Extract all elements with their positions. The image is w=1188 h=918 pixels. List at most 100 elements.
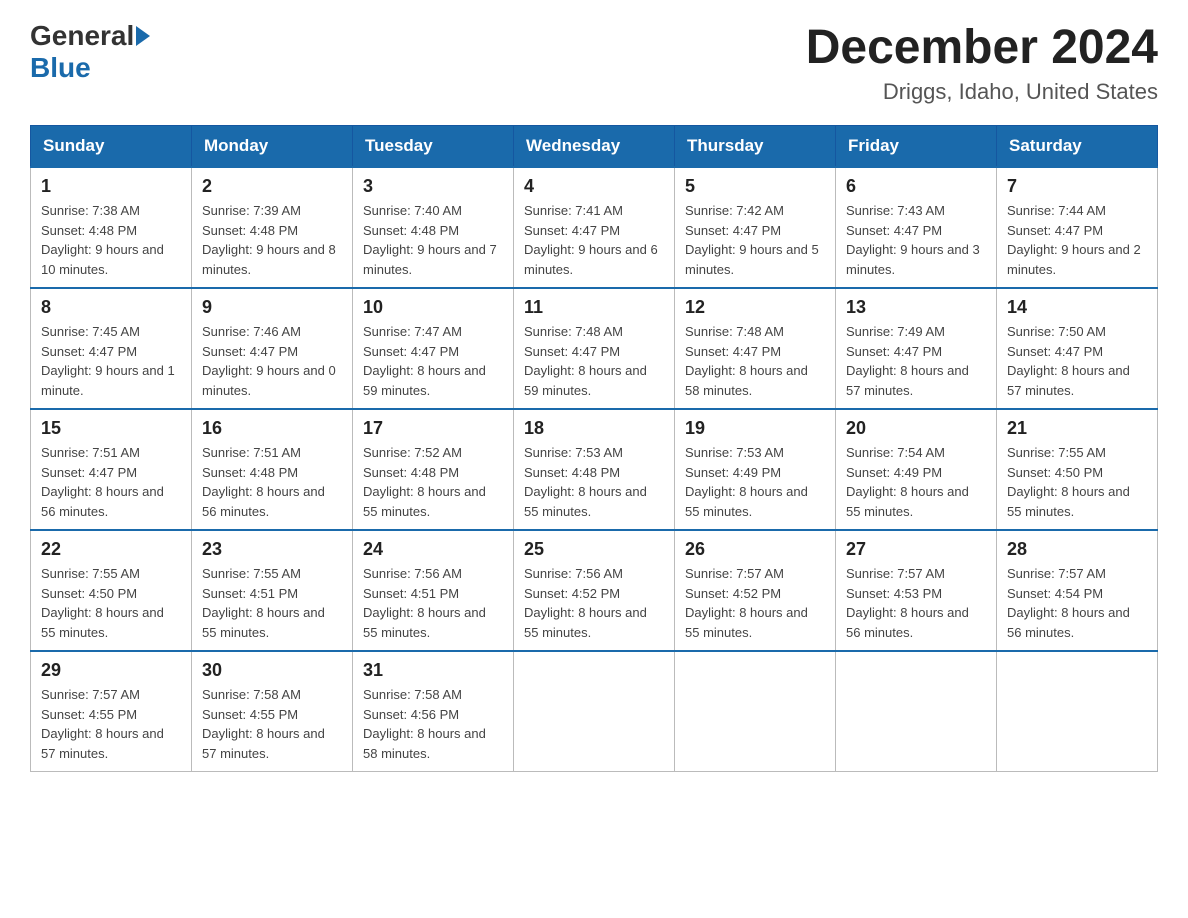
day-number: 24 xyxy=(363,539,503,560)
calendar-day-cell: 7 Sunrise: 7:44 AMSunset: 4:47 PMDaylight… xyxy=(997,167,1158,288)
day-number: 28 xyxy=(1007,539,1147,560)
day-number: 9 xyxy=(202,297,342,318)
day-number: 18 xyxy=(524,418,664,439)
day-number: 6 xyxy=(846,176,986,197)
day-info: Sunrise: 7:43 AMSunset: 4:47 PMDaylight:… xyxy=(846,201,986,279)
calendar-day-cell xyxy=(675,651,836,772)
calendar-day-cell: 30 Sunrise: 7:58 AMSunset: 4:55 PMDayligh… xyxy=(192,651,353,772)
calendar-table: SundayMondayTuesdayWednesdayThursdayFrid… xyxy=(30,125,1158,772)
calendar-day-cell: 19 Sunrise: 7:53 AMSunset: 4:49 PMDayligh… xyxy=(675,409,836,530)
day-info: Sunrise: 7:38 AMSunset: 4:48 PMDaylight:… xyxy=(41,201,181,279)
day-info: Sunrise: 7:55 AMSunset: 4:50 PMDaylight:… xyxy=(1007,443,1147,521)
day-number: 29 xyxy=(41,660,181,681)
day-info: Sunrise: 7:54 AMSunset: 4:49 PMDaylight:… xyxy=(846,443,986,521)
calendar-header-friday: Friday xyxy=(836,126,997,168)
day-info: Sunrise: 7:57 AMSunset: 4:53 PMDaylight:… xyxy=(846,564,986,642)
day-number: 16 xyxy=(202,418,342,439)
day-info: Sunrise: 7:48 AMSunset: 4:47 PMDaylight:… xyxy=(685,322,825,400)
calendar-header-sunday: Sunday xyxy=(31,126,192,168)
calendar-day-cell: 27 Sunrise: 7:57 AMSunset: 4:53 PMDayligh… xyxy=(836,530,997,651)
day-number: 19 xyxy=(685,418,825,439)
day-info: Sunrise: 7:51 AMSunset: 4:48 PMDaylight:… xyxy=(202,443,342,521)
calendar-day-cell: 22 Sunrise: 7:55 AMSunset: 4:50 PMDayligh… xyxy=(31,530,192,651)
day-number: 23 xyxy=(202,539,342,560)
calendar-week-row: 8Sunrise: 7:45 AMSunset: 4:47 PMDaylight… xyxy=(31,288,1158,409)
day-number: 21 xyxy=(1007,418,1147,439)
day-info: Sunrise: 7:55 AMSunset: 4:50 PMDaylight:… xyxy=(41,564,181,642)
day-number: 4 xyxy=(524,176,664,197)
day-number: 5 xyxy=(685,176,825,197)
day-number: 26 xyxy=(685,539,825,560)
calendar-day-cell: 28 Sunrise: 7:57 AMSunset: 4:54 PMDayligh… xyxy=(997,530,1158,651)
calendar-day-cell: 14 Sunrise: 7:50 AMSunset: 4:47 PMDayligh… xyxy=(997,288,1158,409)
day-info: Sunrise: 7:39 AMSunset: 4:48 PMDaylight:… xyxy=(202,201,342,279)
day-info: Sunrise: 7:51 AMSunset: 4:47 PMDaylight:… xyxy=(41,443,181,521)
calendar-header-thursday: Thursday xyxy=(675,126,836,168)
day-number: 22 xyxy=(41,539,181,560)
day-info: Sunrise: 7:47 AMSunset: 4:47 PMDaylight:… xyxy=(363,322,503,400)
calendar-header-row: SundayMondayTuesdayWednesdayThursdayFrid… xyxy=(31,126,1158,168)
logo: General Blue xyxy=(30,20,152,84)
calendar-day-cell: 24 Sunrise: 7:56 AMSunset: 4:51 PMDayligh… xyxy=(353,530,514,651)
day-number: 25 xyxy=(524,539,664,560)
day-number: 10 xyxy=(363,297,503,318)
day-info: Sunrise: 7:50 AMSunset: 4:47 PMDaylight:… xyxy=(1007,322,1147,400)
calendar-day-cell: 13 Sunrise: 7:49 AMSunset: 4:47 PMDayligh… xyxy=(836,288,997,409)
day-number: 30 xyxy=(202,660,342,681)
day-info: Sunrise: 7:41 AMSunset: 4:47 PMDaylight:… xyxy=(524,201,664,279)
day-info: Sunrise: 7:44 AMSunset: 4:47 PMDaylight:… xyxy=(1007,201,1147,279)
calendar-day-cell: 4 Sunrise: 7:41 AMSunset: 4:47 PMDaylight… xyxy=(514,167,675,288)
day-number: 7 xyxy=(1007,176,1147,197)
location-subtitle: Driggs, Idaho, United States xyxy=(806,79,1158,105)
day-number: 13 xyxy=(846,297,986,318)
day-info: Sunrise: 7:56 AMSunset: 4:52 PMDaylight:… xyxy=(524,564,664,642)
day-number: 11 xyxy=(524,297,664,318)
calendar-week-row: 1 Sunrise: 7:38 AMSunset: 4:48 PMDaylight… xyxy=(31,167,1158,288)
day-info: Sunrise: 7:40 AMSunset: 4:48 PMDaylight:… xyxy=(363,201,503,279)
day-number: 14 xyxy=(1007,297,1147,318)
calendar-day-cell: 10 Sunrise: 7:47 AMSunset: 4:47 PMDayligh… xyxy=(353,288,514,409)
day-info: Sunrise: 7:57 AMSunset: 4:54 PMDaylight:… xyxy=(1007,564,1147,642)
day-number: 12 xyxy=(685,297,825,318)
day-info: Sunrise: 7:57 AMSunset: 4:55 PMDaylight:… xyxy=(41,685,181,763)
calendar-week-row: 29 Sunrise: 7:57 AMSunset: 4:55 PMDayligh… xyxy=(31,651,1158,772)
day-info: Sunrise: 7:52 AMSunset: 4:48 PMDaylight:… xyxy=(363,443,503,521)
day-number: 15 xyxy=(41,418,181,439)
day-info: Sunrise: 7:57 AMSunset: 4:52 PMDaylight:… xyxy=(685,564,825,642)
day-number: 31 xyxy=(363,660,503,681)
calendar-day-cell xyxy=(836,651,997,772)
calendar-day-cell: 31 Sunrise: 7:58 AMSunset: 4:56 PMDayligh… xyxy=(353,651,514,772)
logo-blue-text: Blue xyxy=(30,52,91,83)
day-info: Sunrise: 7:56 AMSunset: 4:51 PMDaylight:… xyxy=(363,564,503,642)
calendar-day-cell: 25 Sunrise: 7:56 AMSunset: 4:52 PMDayligh… xyxy=(514,530,675,651)
day-info: Sunrise: 7:58 AMSunset: 4:56 PMDaylight:… xyxy=(363,685,503,763)
calendar-day-cell: 18 Sunrise: 7:53 AMSunset: 4:48 PMDayligh… xyxy=(514,409,675,530)
calendar-day-cell: 5Sunrise: 7:42 AMSunset: 4:47 PMDaylight… xyxy=(675,167,836,288)
calendar-day-cell: 3 Sunrise: 7:40 AMSunset: 4:48 PMDaylight… xyxy=(353,167,514,288)
day-info: Sunrise: 7:58 AMSunset: 4:55 PMDaylight:… xyxy=(202,685,342,763)
calendar-day-cell: 8Sunrise: 7:45 AMSunset: 4:47 PMDaylight… xyxy=(31,288,192,409)
day-number: 2 xyxy=(202,176,342,197)
calendar-day-cell: 12 Sunrise: 7:48 AMSunset: 4:47 PMDayligh… xyxy=(675,288,836,409)
day-info: Sunrise: 7:49 AMSunset: 4:47 PMDaylight:… xyxy=(846,322,986,400)
day-number: 3 xyxy=(363,176,503,197)
day-number: 1 xyxy=(41,176,181,197)
day-info: Sunrise: 7:48 AMSunset: 4:47 PMDaylight:… xyxy=(524,322,664,400)
calendar-day-cell: 9Sunrise: 7:46 AMSunset: 4:47 PMDaylight… xyxy=(192,288,353,409)
calendar-day-cell: 6 Sunrise: 7:43 AMSunset: 4:47 PMDaylight… xyxy=(836,167,997,288)
day-info: Sunrise: 7:53 AMSunset: 4:48 PMDaylight:… xyxy=(524,443,664,521)
logo-arrow-icon xyxy=(136,26,150,46)
calendar-header-saturday: Saturday xyxy=(997,126,1158,168)
calendar-day-cell: 21 Sunrise: 7:55 AMSunset: 4:50 PMDayligh… xyxy=(997,409,1158,530)
calendar-day-cell: 2 Sunrise: 7:39 AMSunset: 4:48 PMDaylight… xyxy=(192,167,353,288)
calendar-day-cell: 15 Sunrise: 7:51 AMSunset: 4:47 PMDayligh… xyxy=(31,409,192,530)
calendar-day-cell: 26 Sunrise: 7:57 AMSunset: 4:52 PMDayligh… xyxy=(675,530,836,651)
logo-general-text: General xyxy=(30,20,134,52)
calendar-week-row: 15 Sunrise: 7:51 AMSunset: 4:47 PMDayligh… xyxy=(31,409,1158,530)
day-info: Sunrise: 7:53 AMSunset: 4:49 PMDaylight:… xyxy=(685,443,825,521)
calendar-day-cell xyxy=(514,651,675,772)
day-number: 27 xyxy=(846,539,986,560)
day-info: Sunrise: 7:55 AMSunset: 4:51 PMDaylight:… xyxy=(202,564,342,642)
month-title: December 2024 xyxy=(806,20,1158,75)
calendar-week-row: 22 Sunrise: 7:55 AMSunset: 4:50 PMDayligh… xyxy=(31,530,1158,651)
